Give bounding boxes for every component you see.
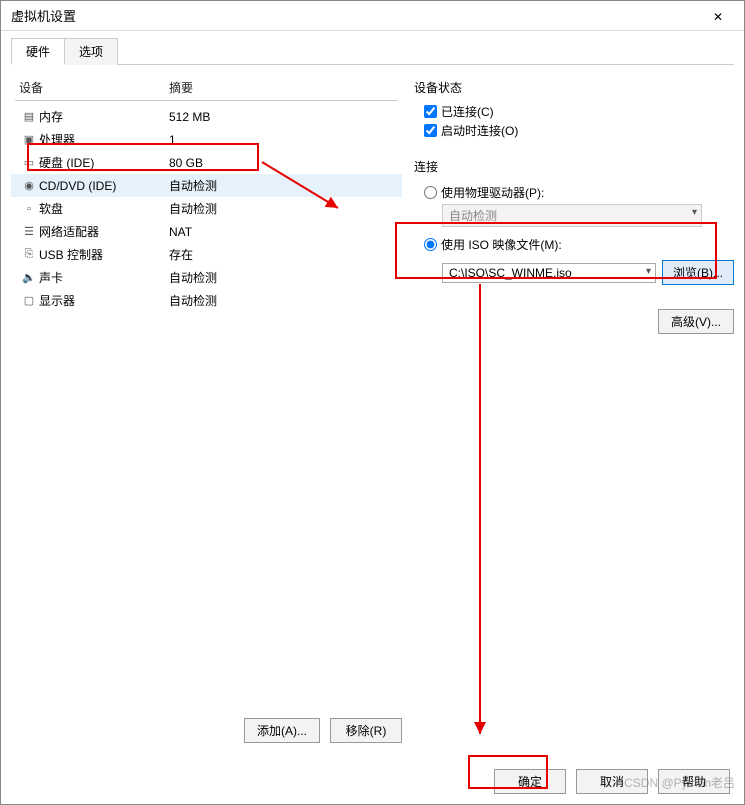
iso-path-combo[interactable]: C:\ISO\SC_WINME.iso — [442, 263, 656, 283]
header-summary: 摘要 — [169, 79, 394, 96]
device-name: 软盘 — [39, 200, 169, 217]
window-title: 虚拟机设置 — [11, 6, 76, 25]
device-name: 网络适配器 — [39, 223, 169, 240]
device-summary: 自动检测 — [169, 292, 394, 309]
use-physical-label[interactable]: 使用物理驱动器(P): — [441, 184, 544, 201]
cpu-icon: ▣ — [24, 133, 34, 146]
device-row-display[interactable]: ▢ 显示器 自动检测 — [11, 289, 402, 312]
memory-icon: ▤ — [24, 110, 34, 123]
device-summary: 自动检测 — [169, 269, 394, 286]
advanced-row: 高级(V)... — [414, 299, 734, 334]
help-button[interactable]: 帮助 — [658, 769, 730, 794]
nic-icon: ☰ — [24, 225, 34, 238]
connected-checkbox[interactable] — [424, 105, 437, 118]
device-summary: 1 — [169, 133, 394, 147]
browse-button[interactable]: 浏览(B)... — [662, 260, 734, 285]
device-row-cddvd[interactable]: ◉ CD/DVD (IDE) 自动检测 — [11, 174, 402, 197]
status-title: 设备状态 — [414, 79, 734, 96]
device-list: ▤ 内存 512 MB ▣ 处理器 1 ▭ 硬盘 (IDE) 80 GB — [11, 105, 402, 712]
titlebar: 虚拟机设置 ✕ — [1, 1, 744, 31]
device-name: CD/DVD (IDE) — [39, 179, 169, 193]
sound-icon: 🔈 — [22, 271, 36, 284]
device-name: 内存 — [39, 108, 169, 125]
device-row-floppy[interactable]: ▫ 软盘 自动检测 — [11, 197, 402, 220]
physical-drive-combo: 自动检测 — [442, 204, 702, 227]
device-summary: 存在 — [169, 246, 394, 263]
content-area: 硬件 选项 设备 摘要 ▤ 内存 512 MB ▣ — [1, 31, 744, 759]
device-row-memory[interactable]: ▤ 内存 512 MB — [11, 105, 402, 128]
device-row-nic[interactable]: ☰ 网络适配器 NAT — [11, 220, 402, 243]
header-divider — [15, 100, 398, 101]
floppy-icon: ▫ — [27, 203, 31, 215]
close-icon: ✕ — [713, 10, 723, 24]
close-button[interactable]: ✕ — [698, 8, 738, 24]
device-name: 处理器 — [39, 131, 169, 148]
device-row-cpu[interactable]: ▣ 处理器 1 — [11, 128, 402, 151]
device-status-group: 设备状态 已连接(C) 启动时连接(O) — [414, 75, 734, 140]
device-name: 声卡 — [39, 269, 169, 286]
connect-at-poweron-checkbox[interactable] — [424, 124, 437, 137]
cd-icon: ◉ — [24, 179, 34, 192]
device-summary: NAT — [169, 225, 394, 239]
use-iso-radio[interactable] — [424, 238, 437, 251]
use-iso-label[interactable]: 使用 ISO 映像文件(M): — [441, 236, 562, 253]
device-pane: 设备 摘要 ▤ 内存 512 MB ▣ 处理器 1 — [11, 75, 402, 749]
disk-icon: ▭ — [24, 156, 34, 169]
advanced-button[interactable]: 高级(V)... — [658, 309, 734, 334]
device-list-header: 设备 摘要 — [11, 75, 402, 100]
connect-at-poweron-label[interactable]: 启动时连接(O) — [441, 122, 518, 139]
device-buttons: 添加(A)... 移除(R) — [11, 712, 402, 749]
header-device: 设备 — [19, 79, 169, 96]
vm-settings-window: 虚拟机设置 ✕ 硬件 选项 设备 摘要 ▤ 内存 512 MB — [0, 0, 745, 805]
panes: 设备 摘要 ▤ 内存 512 MB ▣ 处理器 1 — [11, 65, 734, 749]
device-summary: 80 GB — [169, 156, 394, 170]
use-physical-radio[interactable] — [424, 186, 437, 199]
usb-icon: ⎘ — [25, 248, 34, 261]
device-summary: 自动检测 — [169, 177, 394, 194]
remove-device-button[interactable]: 移除(R) — [330, 718, 402, 743]
connected-label[interactable]: 已连接(C) — [441, 103, 494, 120]
tab-strip: 硬件 选项 — [11, 37, 734, 65]
connection-title: 连接 — [414, 158, 734, 175]
device-name: USB 控制器 — [39, 246, 169, 263]
device-name: 显示器 — [39, 292, 169, 309]
add-device-button[interactable]: 添加(A)... — [244, 718, 320, 743]
device-summary: 512 MB — [169, 110, 394, 124]
display-icon: ▢ — [24, 294, 34, 307]
dialog-footer: 确定 取消 帮助 — [1, 759, 744, 804]
ok-button[interactable]: 确定 — [494, 769, 566, 794]
device-name: 硬盘 (IDE) — [39, 154, 169, 171]
connection-group: 连接 使用物理驱动器(P): 自动检测 使用 ISO 映像文件(M): — [414, 154, 734, 285]
device-summary: 自动检测 — [169, 200, 394, 217]
device-row-sound[interactable]: 🔈 声卡 自动检测 — [11, 266, 402, 289]
cancel-button[interactable]: 取消 — [576, 769, 648, 794]
tab-options[interactable]: 选项 — [64, 38, 118, 65]
settings-pane: 设备状态 已连接(C) 启动时连接(O) 连接 使用物理驱动器(P): — [414, 75, 734, 749]
tab-hardware[interactable]: 硬件 — [11, 38, 65, 65]
device-row-usb[interactable]: ⎘ USB 控制器 存在 — [11, 243, 402, 266]
device-row-disk[interactable]: ▭ 硬盘 (IDE) 80 GB — [11, 151, 402, 174]
